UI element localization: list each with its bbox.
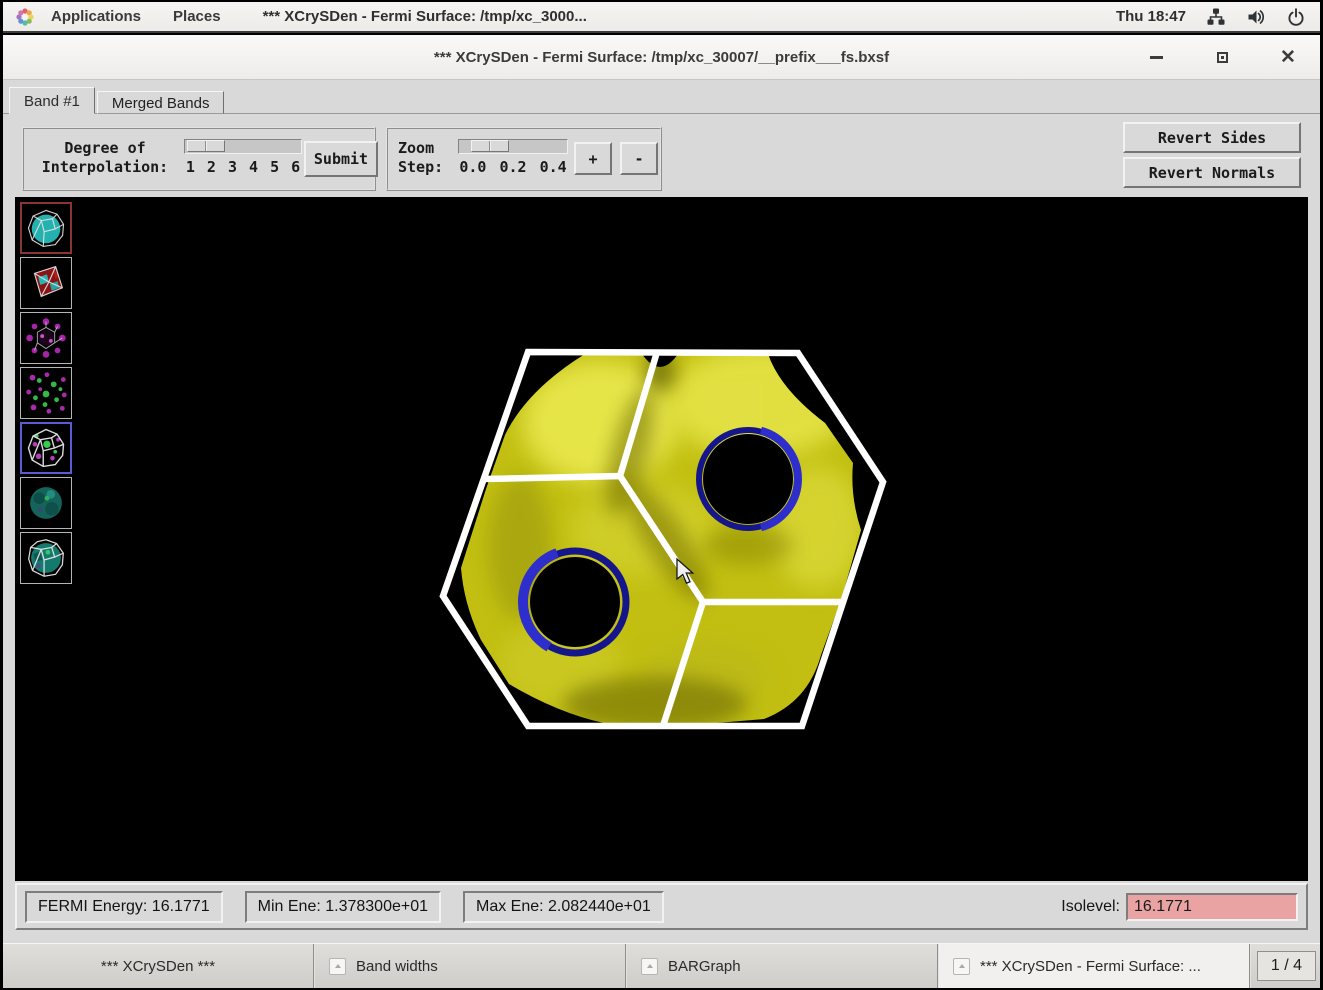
close-icon: ✕	[1280, 48, 1296, 67]
taskbar-item-label: Band widths	[356, 958, 438, 975]
interpolation-tick-labels: 1 2 3 4 5 6	[182, 158, 304, 176]
minimize-icon	[1150, 56, 1163, 59]
interpolation-label: Degree of Interpolation:	[30, 139, 180, 177]
window-title: *** XCrySDen - Fermi Surface: /tmp/xc_30…	[3, 35, 1320, 80]
close-button[interactable]: ✕	[1268, 35, 1308, 80]
revert-sides-button[interactable]: Revert Sides	[1123, 122, 1301, 153]
window-icon	[953, 958, 970, 975]
thumbnail-red-cyan-cube[interactable]	[20, 257, 72, 309]
tab-merged-bands[interactable]: Merged Bands	[97, 91, 225, 114]
controls-row: Degree of Interpolation: 1 2 3 4 5 6 Sub…	[18, 122, 1305, 198]
xcrysden-window-body: Band #1 Merged Bands Degree of Interpola…	[3, 80, 1320, 943]
thumbnail-scattered-dots[interactable]	[20, 367, 72, 419]
panel-clock[interactable]: Thu 18:47	[1116, 8, 1186, 25]
window-icon	[329, 958, 346, 975]
taskbar-item-xcrysden-main[interactable]: *** XCrySDen ***	[3, 944, 315, 988]
thumbnail-teal-rounded-surface[interactable]	[20, 477, 72, 529]
min-energy-readout: Min Ene: 1.378300e+01	[245, 891, 441, 923]
submit-button[interactable]: Submit	[304, 141, 378, 177]
zoom-step-slider-handle[interactable]	[471, 140, 509, 152]
revert-buttons: Revert Sides Revert Normals	[1123, 122, 1301, 192]
fermi-surface-canvas[interactable]	[15, 197, 1308, 881]
panel-active-window-title[interactable]: *** XCrySDen - Fermi Surface: /tmp/xc_30…	[263, 8, 587, 25]
thumbnail-teal-wireframe-polyhedron[interactable]	[20, 532, 72, 584]
taskbar-item-band-widths[interactable]: Band widths	[315, 944, 627, 988]
isolevel-input[interactable]	[1126, 893, 1298, 921]
places-menu[interactable]: Places	[157, 2, 237, 31]
thumbnail-cyan-wireframe-ball[interactable]	[20, 202, 72, 254]
window-list-taskbar: *** XCrySDen *** Band widths BARGraph **…	[3, 943, 1320, 988]
interpolation-slider-handle[interactable]	[187, 140, 225, 152]
minimize-button[interactable]	[1136, 35, 1176, 80]
thumbnail-magenta-blobs[interactable]	[20, 312, 72, 364]
distro-logo-icon	[15, 7, 35, 27]
taskbar-item-bargraph[interactable]: BARGraph	[627, 944, 939, 988]
zoom-in-button[interactable]: +	[574, 142, 612, 175]
volume-icon[interactable]	[1246, 7, 1266, 27]
surface-hole-upper-right	[699, 430, 798, 528]
desktop-top-panel: Applications Places *** XCrySDen - Fermi…	[3, 2, 1320, 33]
zoom-step-slider[interactable]	[458, 139, 568, 154]
network-icon[interactable]	[1206, 7, 1226, 27]
thumbnail-wireframe-green-magenta[interactable]	[20, 422, 72, 474]
fermi-energy-readout: FERMI Energy: 16.1771	[25, 891, 223, 923]
band-tabs: Band #1 Merged Bands	[9, 87, 224, 114]
zoom-step-tick-labels: 0.0 0.2 0.4	[446, 158, 580, 176]
zoom-step-group: Zoom Step: 0.0 0.2 0.4 + -	[386, 127, 662, 191]
window-titlebar[interactable]: *** XCrySDen - Fermi Surface: /tmp/xc_30…	[3, 35, 1320, 80]
band-thumbnail-list	[20, 202, 74, 587]
interpolation-slider[interactable]	[184, 139, 302, 154]
interpolation-group: Degree of Interpolation: 1 2 3 4 5 6 Sub…	[22, 127, 376, 191]
power-icon[interactable]	[1286, 7, 1306, 27]
revert-normals-button[interactable]: Revert Normals	[1123, 157, 1301, 188]
applications-menu[interactable]: Applications	[35, 2, 157, 31]
isolevel-label: Isolevel:	[1061, 898, 1120, 916]
workspace-pager[interactable]: 1 / 4	[1257, 951, 1316, 981]
taskbar-item-label: *** XCrySDen ***	[101, 958, 215, 975]
taskbar-item-label: BARGraph	[668, 958, 741, 975]
fermi-surface-scene	[15, 197, 1308, 881]
taskbar-item-label: *** XCrySDen - Fermi Surface: ...	[980, 958, 1201, 975]
maximize-button[interactable]	[1202, 35, 1242, 80]
max-energy-readout: Max Ene: 2.082440e+01	[463, 891, 664, 923]
surface-hole-lower-left	[523, 551, 626, 653]
taskbar-item-fermi-surface[interactable]: *** XCrySDen - Fermi Surface: ...	[939, 944, 1251, 988]
maximize-icon	[1217, 52, 1228, 63]
zoom-out-button[interactable]: -	[620, 142, 658, 175]
tab-band-1[interactable]: Band #1	[9, 87, 95, 114]
window-icon	[641, 958, 658, 975]
status-bar: FERMI Energy: 16.1771 Min Ene: 1.378300e…	[15, 883, 1308, 930]
